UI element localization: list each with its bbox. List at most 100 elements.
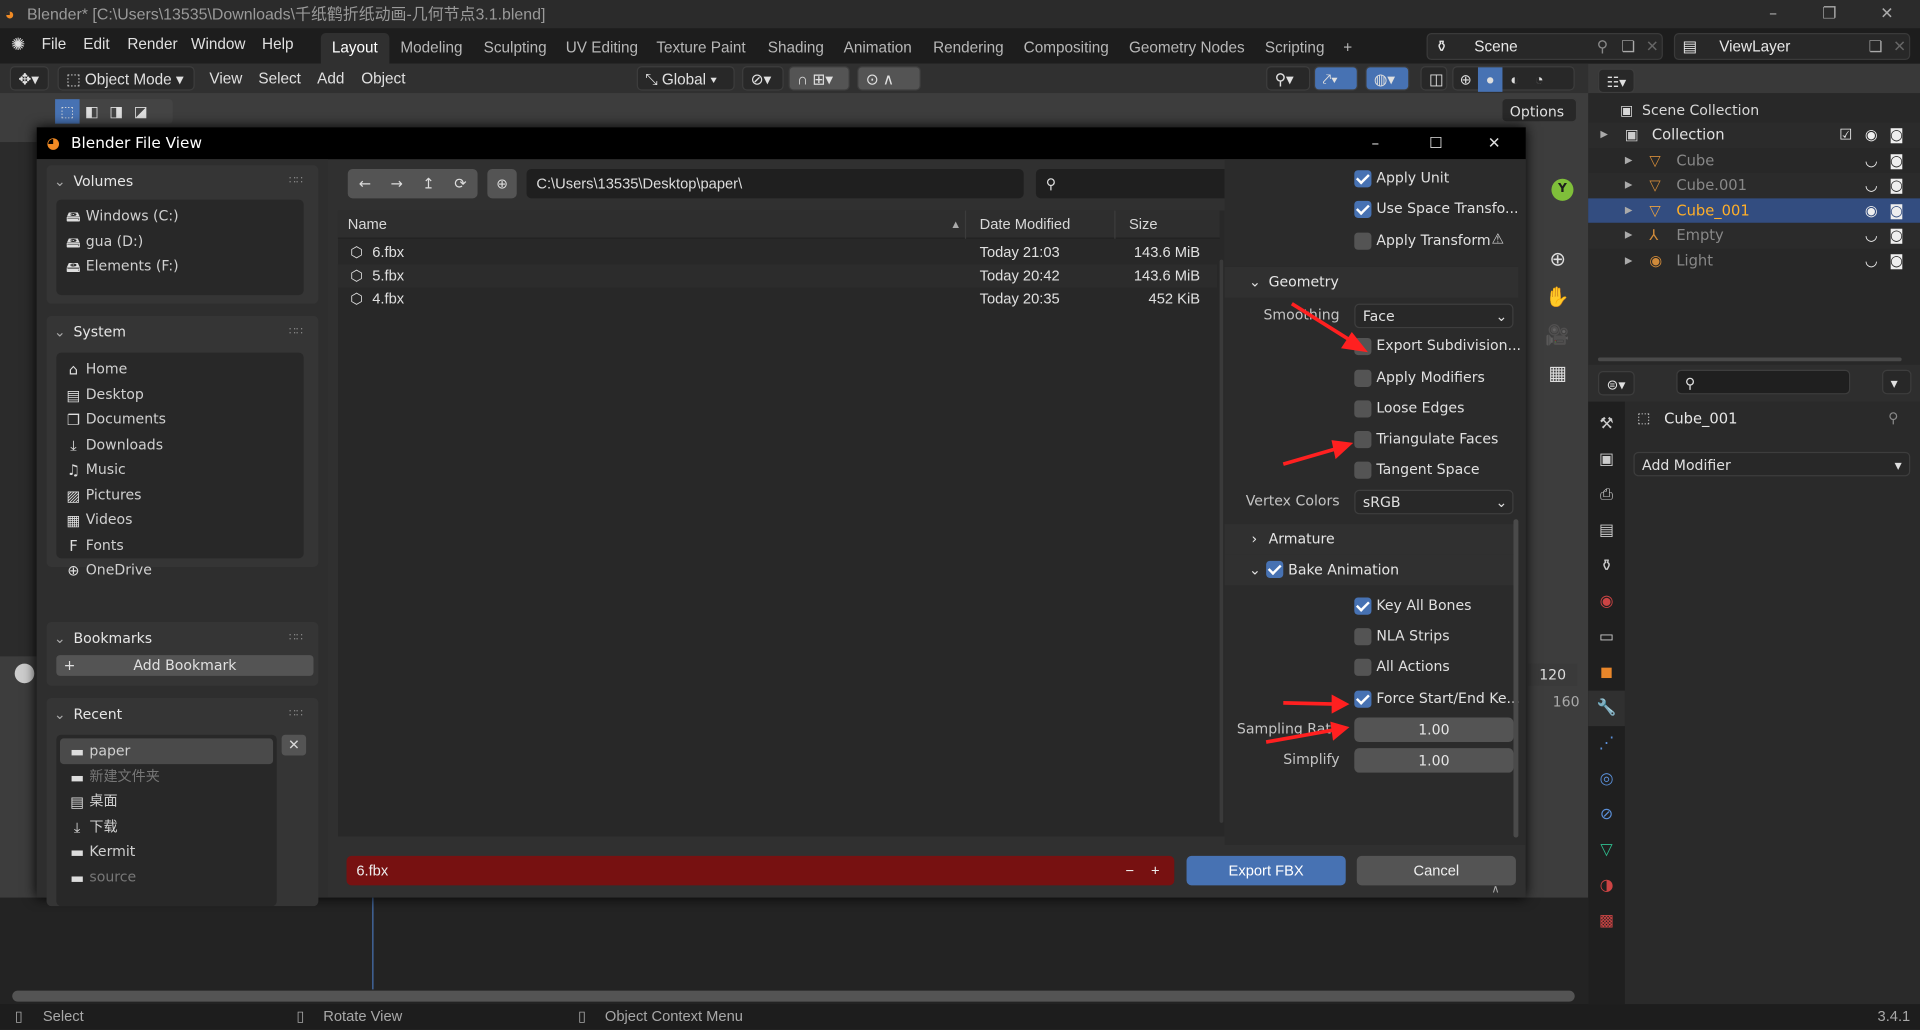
render-camera-icon[interactable]: ◙ — [1889, 122, 1903, 146]
outliner-item-light[interactable]: ▶ ◉ Light ◡ ◙ — [1588, 248, 1920, 273]
viewlayer-selector[interactable]: ▤ ViewLayer ❏ ✕ — [1673, 33, 1911, 61]
view-layer-tab-icon[interactable]: ▤ — [1588, 513, 1625, 549]
outliner-scrollbar[interactable] — [1597, 357, 1902, 362]
wireframe-shading-icon[interactable]: ⊕ — [1453, 67, 1477, 91]
snap-toggle[interactable]: ∩ ⊞▾ — [788, 66, 850, 91]
display-mode-button[interactable]: ☷▾ — [1597, 68, 1635, 94]
tab-geometry-nodes[interactable]: Geometry Nodes — [1118, 33, 1256, 64]
collection-tab-icon[interactable]: ▭ — [1588, 620, 1625, 656]
scene-tab-icon[interactable]: ⚱ — [1588, 549, 1625, 585]
scene-collection-row[interactable]: ▣ Scene Collection — [1588, 98, 1920, 122]
expand-arrow-icon[interactable]: ▶ — [1625, 198, 1633, 222]
menu-select[interactable]: Select — [258, 67, 301, 89]
new-viewlayer-icon[interactable]: ❏ — [1869, 34, 1883, 58]
menu-view[interactable]: View — [209, 67, 242, 89]
physics-tab-icon[interactable]: ◎ — [1588, 762, 1625, 798]
tab-layout[interactable]: Layout — [320, 33, 389, 64]
select-intersect-icon[interactable]: ◪ — [129, 99, 153, 123]
modifier-tab-icon[interactable]: 🔧 — [1588, 690, 1625, 727]
render-camera-icon[interactable]: ◙ — [1889, 223, 1903, 247]
select-extend-icon[interactable]: ◧ — [80, 99, 104, 123]
eye-icon[interactable]: ◉ — [1865, 198, 1878, 222]
exclude-checkbox[interactable]: ☑ — [1839, 122, 1852, 146]
outliner-item-empty[interactable]: ▶ ⅄ Empty ◡ ◙ — [1588, 222, 1920, 248]
properties-options-button[interactable]: ▾ — [1882, 369, 1912, 395]
scene-selector[interactable]: ⚱ Scene ⚲ ❏ ✕ — [1426, 33, 1663, 61]
select-new-icon[interactable]: ⬚ — [55, 99, 80, 124]
tab-rendering[interactable]: Rendering — [922, 33, 1015, 64]
particles-tab-icon[interactable]: ⋰ — [1588, 726, 1625, 762]
object-tab-icon[interactable]: ◼ — [1588, 655, 1625, 691]
overlay-toggle[interactable]: ◍▾ — [1365, 66, 1410, 91]
hidden-eye-icon[interactable]: ◡ — [1865, 148, 1878, 172]
timeline-area[interactable] — [0, 897, 1589, 1006]
editor-type-button[interactable]: ✥▾ — [9, 66, 49, 91]
solid-shading-icon[interactable]: ● — [1477, 67, 1503, 92]
end-frame-field[interactable]: 120 — [1528, 663, 1578, 686]
material-tab-icon[interactable]: ◑ — [1588, 868, 1625, 904]
render-camera-icon[interactable]: ◙ — [1889, 148, 1903, 172]
pin-icon[interactable]: ⚲ — [1597, 34, 1608, 58]
outliner-item-cube-001[interactable]: ▶ ▽ Cube.001 ◡ ◙ — [1588, 172, 1920, 198]
close-button[interactable]: ✕ — [1859, 0, 1915, 28]
menu-edit[interactable]: Edit — [83, 36, 109, 53]
proportional-edit[interactable]: ⊙ ∧ — [857, 66, 921, 91]
new-scene-icon[interactable]: ❏ — [1621, 34, 1635, 58]
menu-help[interactable]: Help — [262, 36, 293, 53]
perspective-grid-icon[interactable]: ▦ — [1540, 354, 1574, 392]
select-subtract-icon[interactable]: ◨ — [104, 99, 128, 123]
expand-arrow-icon[interactable]: ▶ — [1625, 148, 1633, 172]
render-tab-icon[interactable]: ▣ — [1588, 442, 1625, 478]
tab-modeling[interactable]: Modeling — [389, 33, 473, 64]
render-camera-icon[interactable]: ◙ — [1889, 198, 1903, 222]
hidden-eye-icon[interactable]: ◡ — [1865, 248, 1878, 272]
tab-add[interactable]: + — [1332, 33, 1363, 64]
tab-shading[interactable]: Shading — [757, 33, 835, 64]
menu-file[interactable]: File — [42, 36, 67, 53]
expand-arrow-icon[interactable]: ▶ — [1625, 248, 1633, 272]
tool-tab-icon[interactable]: ⚒ — [1588, 407, 1625, 443]
editor-type-button[interactable]: ⊜▾ — [1597, 371, 1635, 396]
tab-compositing[interactable]: Compositing — [1013, 33, 1120, 64]
camera-icon[interactable]: 🎥 — [1540, 316, 1574, 354]
delete-viewlayer-icon[interactable]: ✕ — [1893, 34, 1906, 58]
tool-shelf[interactable] — [0, 142, 37, 657]
options-dropdown[interactable]: Options ▾ — [1501, 97, 1578, 144]
hidden-eye-icon[interactable]: ◡ — [1865, 223, 1878, 247]
menu-add[interactable]: Add — [317, 67, 344, 89]
pan-hand-icon[interactable]: ✋ — [1540, 278, 1574, 316]
menu-render[interactable]: Render — [127, 36, 177, 53]
eye-icon[interactable]: ◉ — [1865, 122, 1878, 146]
menu-object[interactable]: Object — [361, 67, 405, 89]
rendered-shading-icon[interactable]: ◔ — [1527, 67, 1551, 91]
xray-toggle[interactable]: ◫ — [1420, 66, 1448, 91]
tab-texture-paint[interactable]: Texture Paint — [645, 33, 756, 64]
pin-icon[interactable]: ⚲ — [1888, 409, 1898, 426]
restore-button[interactable]: ❐ — [1801, 0, 1857, 28]
delete-scene-icon[interactable]: ✕ — [1646, 34, 1659, 58]
orientation-dropdown[interactable]: ⤡ Global ▾ — [636, 66, 735, 91]
tab-animation[interactable]: Animation — [833, 33, 923, 64]
pivot-dropdown[interactable]: ⊘▾ — [742, 66, 784, 91]
blender-menu-icon[interactable]: ✺ — [11, 34, 25, 55]
tab-scripting[interactable]: Scripting — [1254, 33, 1336, 64]
navigation-gizmos[interactable]: ⊕ ✋ 🎥 ▦ — [1540, 240, 1574, 392]
material-shading-icon[interactable]: ◐ — [1502, 67, 1526, 91]
expand-arrow-icon[interactable]: ▶ — [1625, 223, 1633, 247]
gizmo-toggle[interactable]: ⤤▾ — [1313, 66, 1358, 91]
minimize-button[interactable]: – — [1745, 0, 1801, 28]
playback-clock-icon[interactable] — [14, 663, 35, 684]
texture-tab-icon[interactable]: ▩ — [1588, 904, 1625, 940]
mode-dropdown[interactable]: ⬚ Object Mode ▾ — [57, 66, 195, 91]
properties-search-input[interactable]: ⚲ — [1676, 369, 1851, 395]
add-modifier-dropdown[interactable]: Add Modifier ▾ — [1633, 451, 1911, 477]
y-axis-gizmo[interactable]: Y — [1551, 178, 1574, 201]
tab-sculpting[interactable]: Sculpting — [473, 33, 558, 64]
outliner-item-cube[interactable]: ▶ ▽ Cube ◡ ◙ — [1588, 148, 1920, 173]
properties-tabs[interactable]: ⚒ ▣ ⎙ ▤ ⚱ ◉ ▭ ◼ 🔧 ⋰ ◎ ⊘ ▽ ◑ ▩ — [1588, 401, 1625, 1005]
tab-uv-editing[interactable]: UV Editing — [555, 33, 649, 64]
selection-mode-buttons[interactable]: ⬚ ◧ ◨ ◪ — [55, 99, 173, 124]
expand-arrow-icon[interactable]: ▶ — [1600, 122, 1608, 146]
timeline-scrollbar[interactable] — [12, 990, 1575, 1002]
menu-window[interactable]: Window — [191, 36, 245, 53]
